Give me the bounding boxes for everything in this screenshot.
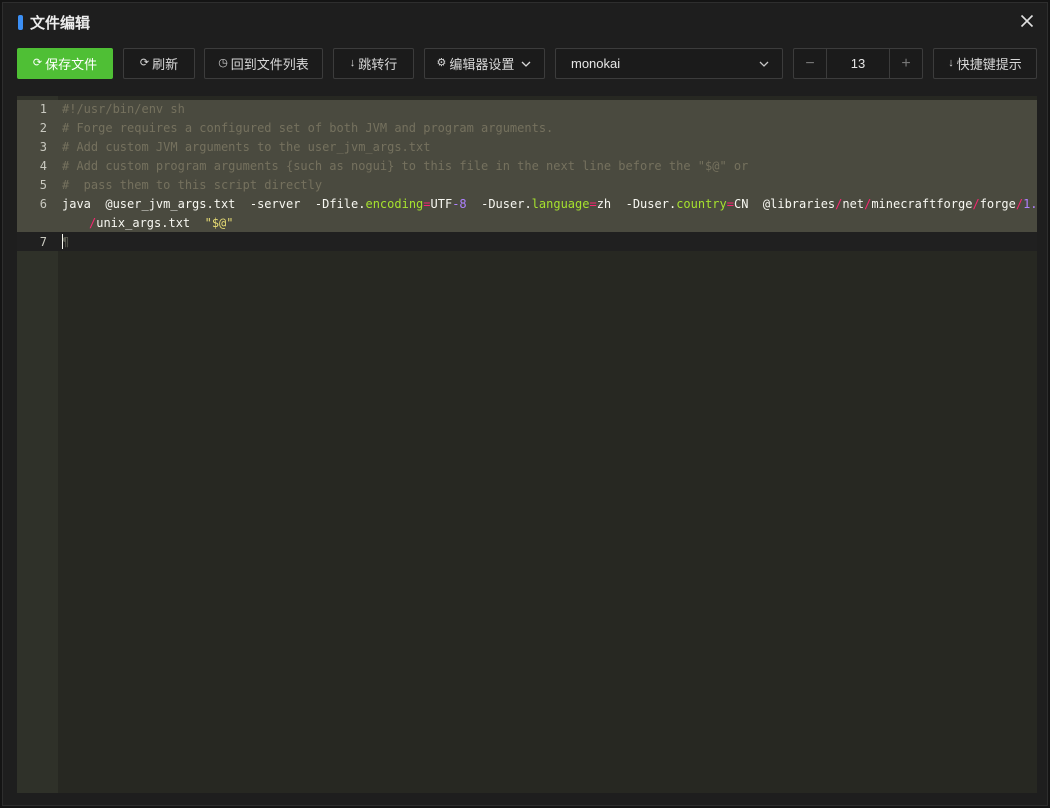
code-token: -Duser.: [625, 197, 677, 211]
theme-select-value: monokai: [571, 56, 621, 71]
file-editor-dialog: 文件编辑 ⟳ 保存文件 ⟳ 刷新 ◷ 回到文件列表 ↓ 跳转行 ⚙ 编辑器设置 …: [2, 2, 1048, 806]
refresh-icon: ⟳: [139, 57, 150, 69]
dialog-title: 文件编辑: [30, 15, 91, 32]
chevron-down-icon: [759, 61, 769, 67]
code-token: 1.20.1-47.2.32: [1023, 197, 1037, 211]
code-token: country: [676, 197, 727, 211]
arrow-down-icon: ↓: [948, 57, 954, 69]
back-to-file-list-label: 回到文件列表: [230, 57, 309, 72]
title-accent-bar: [18, 15, 23, 30]
chevron-down-icon: [521, 61, 531, 67]
gear-icon: ⚙: [436, 57, 447, 69]
code-token: encoding: [365, 197, 424, 211]
code-token: minecraftforge: [871, 197, 973, 211]
refresh-label: 刷新: [152, 57, 179, 72]
active-line-highlight: [17, 232, 1037, 251]
code-editor[interactable]: 1 2 3 4 5 6 7 #!/usr/bin/env sh # Forge …: [17, 96, 1037, 793]
refresh-button[interactable]: ⟳ 刷新: [123, 48, 195, 79]
line-number: 6: [39, 197, 47, 211]
shortcut-hints-label: 快捷键提示: [956, 57, 1022, 72]
code-token: "$@": [204, 216, 234, 230]
code-token: /: [972, 197, 980, 211]
code-token: =: [423, 197, 431, 211]
code-line: # Add custom JVM arguments to the user_j…: [62, 140, 431, 154]
code-line: # Add custom program arguments {such as …: [62, 159, 749, 173]
save-file-label: 保存文件: [45, 57, 98, 72]
pilcrow-mark: ¶: [62, 235, 70, 249]
code-token: UTF: [430, 197, 453, 211]
code-token: net: [842, 197, 865, 211]
code-token: -8: [452, 197, 467, 211]
line-number: 5: [39, 178, 47, 192]
code-token: =: [726, 197, 734, 211]
code-token: zh: [596, 197, 612, 211]
close-icon[interactable]: [1017, 11, 1037, 31]
line-number: 1: [39, 102, 47, 116]
line-number: 3: [39, 140, 47, 154]
code-token: =: [589, 197, 597, 211]
save-file-button[interactable]: ⟳ 保存文件: [17, 48, 113, 79]
back-to-file-list-button[interactable]: ◷ 回到文件列表: [204, 48, 323, 79]
code-line-wrapped: /unix_args.txt "$@": [89, 214, 234, 233]
code-line: # pass them to this script directly: [62, 178, 323, 192]
code-token: CN: [734, 197, 749, 211]
code-token: -Dfile.: [314, 197, 366, 211]
code-token: @user_jvm_args.txt: [105, 197, 236, 211]
shortcut-hints-button[interactable]: ↓ 快捷键提示: [933, 48, 1037, 79]
line-number: 2: [39, 121, 47, 135]
code-token: unix_args.txt: [96, 216, 191, 230]
code-line: #!/usr/bin/env sh: [62, 102, 185, 116]
code-token: @libraries: [762, 197, 836, 211]
code-token: java: [62, 197, 91, 211]
goto-line-button[interactable]: ↓ 跳转行: [333, 48, 414, 79]
goto-line-label: 跳转行: [358, 57, 398, 72]
code-token: forge: [979, 197, 1016, 211]
arrow-down-icon: ↓: [349, 57, 356, 69]
code-token: language: [531, 197, 590, 211]
font-size-stepper: − 13 +: [793, 48, 923, 79]
refresh-icon: ⟳: [32, 57, 43, 69]
theme-select[interactable]: monokai: [555, 48, 783, 79]
editor-settings-label: 编辑器设置: [449, 57, 515, 72]
dialog-header: 文件编辑: [3, 3, 1047, 43]
line-number: 4: [39, 159, 47, 173]
code-token: /: [1015, 197, 1024, 211]
text-cursor: [62, 234, 63, 249]
decrease-font-size-button[interactable]: −: [794, 49, 827, 78]
code-line: # Forge requires a configured set of bot…: [62, 121, 554, 135]
code-token: -Duser.: [481, 197, 532, 211]
line-number: 7: [39, 235, 47, 249]
code-line: java @user_jvm_args.txt -server -Dfile.e…: [62, 195, 1037, 214]
editor-settings-dropdown[interactable]: ⚙ 编辑器设置: [424, 48, 545, 79]
font-size-value[interactable]: 13: [827, 49, 889, 78]
history-icon: ◷: [218, 57, 228, 69]
toolbar: ⟳ 保存文件 ⟳ 刷新 ◷ 回到文件列表 ↓ 跳转行 ⚙ 编辑器设置 monok…: [3, 48, 1047, 81]
code-token: -server: [249, 197, 301, 211]
increase-font-size-button[interactable]: +: [889, 49, 922, 78]
